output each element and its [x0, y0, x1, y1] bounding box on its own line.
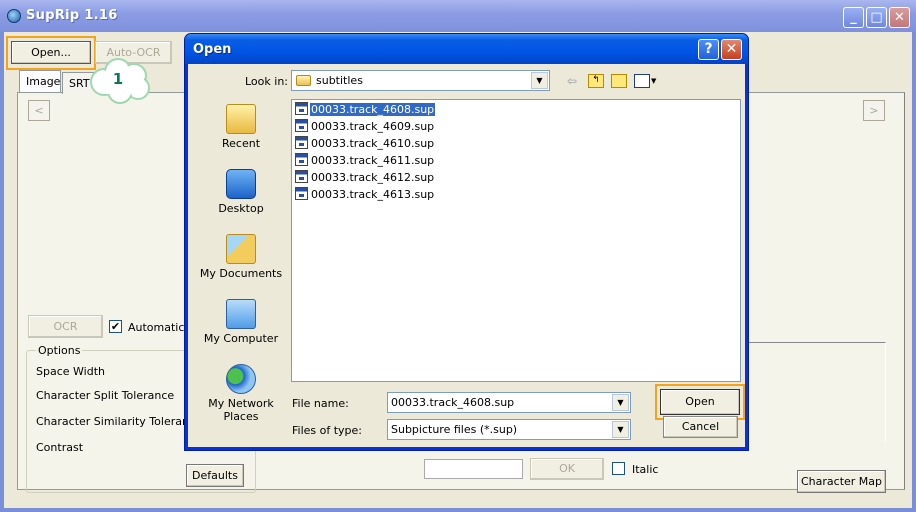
preview-area — [746, 342, 886, 442]
file-name-label: File name: — [292, 397, 349, 410]
chevron-down-icon[interactable]: ▼ — [531, 72, 548, 89]
file-name-value: 00033.track_4608.sup — [391, 396, 515, 409]
character-map-button[interactable]: Character Map — [797, 470, 886, 493]
option-char-split-tolerance: Character Split Tolerance — [36, 389, 175, 402]
automatic-checkbox[interactable]: ✔ — [109, 320, 122, 333]
place-my-computer[interactable]: My Computer — [188, 299, 294, 345]
views-menu-icon[interactable] — [634, 74, 650, 88]
option-contrast: Contrast — [36, 441, 84, 454]
place-my-network-places[interactable]: My Network Places — [188, 364, 294, 423]
step-callout: 1 — [86, 58, 154, 104]
option-space-width: Space Width — [36, 365, 105, 378]
title-bar[interactable]: SupRip 1.16 _ □ ✕ — [0, 0, 916, 32]
dialog-title-bar[interactable]: Open ? ✕ — [185, 34, 748, 64]
file-item[interactable]: 00033.track_4608.sup — [295, 102, 436, 118]
app-icon — [7, 9, 21, 23]
help-button[interactable]: ? — [698, 39, 719, 60]
place-label: My Network Places — [208, 397, 274, 423]
file-type-label: Files of type: — [292, 424, 363, 437]
maximize-button[interactable]: □ — [866, 7, 887, 28]
my-network-places-icon — [226, 364, 256, 394]
back-icon[interactable]: ⇦ — [567, 74, 577, 88]
file-list[interactable]: 00033.track_4608.sup 00033.track_4609.su… — [291, 99, 741, 382]
ocr-button[interactable]: OCR — [28, 315, 103, 338]
place-label: My Documents — [199, 267, 283, 280]
minimize-button[interactable]: _ — [843, 7, 864, 28]
ok-button[interactable]: OK — [530, 458, 604, 480]
file-item[interactable]: 00033.track_4609.sup — [295, 119, 435, 135]
italic-label: Italic — [632, 463, 659, 476]
previous-subtitle-button[interactable]: < — [28, 100, 50, 121]
character-input[interactable] — [424, 459, 523, 479]
file-item[interactable]: 00033.track_4611.sup — [295, 153, 435, 169]
place-label: Recent — [221, 137, 261, 150]
sup-file-icon — [295, 136, 308, 149]
step-number: 1 — [112, 70, 124, 88]
sup-file-icon — [295, 170, 308, 183]
sup-file-icon — [295, 119, 308, 132]
place-recent[interactable]: Recent — [188, 104, 294, 150]
sup-file-icon — [295, 153, 308, 166]
place-desktop[interactable]: Desktop — [188, 169, 294, 215]
up-folder-icon[interactable]: ↰ — [588, 74, 604, 88]
look-in-value: subtitles — [316, 74, 363, 87]
place-label: My Computer — [203, 332, 279, 345]
file-type-value: Subpicture files (*.sup) — [391, 423, 518, 436]
place-my-documents[interactable]: My Documents — [188, 234, 294, 280]
my-computer-icon — [226, 299, 256, 329]
file-item[interactable]: 00033.track_4610.sup — [295, 136, 435, 152]
dialog-cancel-button[interactable]: Cancel — [663, 416, 738, 438]
open-file-button[interactable]: Open... — [11, 41, 91, 64]
new-folder-icon[interactable] — [611, 74, 627, 88]
tab-image[interactable]: Image — [19, 70, 61, 92]
defaults-button[interactable]: Defaults — [186, 464, 244, 487]
dialog-title: Open — [193, 42, 232, 57]
file-item[interactable]: 00033.track_4612.sup — [295, 170, 435, 186]
window-title: SupRip 1.16 — [26, 8, 118, 23]
recent-icon — [226, 104, 256, 134]
file-item[interactable]: 00033.track_4613.sup — [295, 187, 435, 203]
dialog-open-button[interactable]: Open — [660, 389, 740, 415]
sup-file-icon — [295, 102, 308, 115]
chevron-down-icon[interactable]: ▼ — [612, 394, 629, 411]
look-in-dropdown[interactable]: subtitles ▼ — [291, 70, 550, 91]
dialog-close-button[interactable]: ✕ — [721, 39, 742, 60]
open-dialog: Open ? ✕ Look in: subtitles ▼ ⇦ ↰ ▼ Rece… — [185, 34, 748, 450]
views-dropdown-icon[interactable]: ▼ — [651, 74, 656, 88]
next-subtitle-button[interactable]: > — [863, 100, 885, 121]
chevron-down-icon[interactable]: ▼ — [612, 421, 629, 438]
option-char-similarity-tolerance: Character Similarity Tolerance — [36, 415, 202, 428]
file-name-field[interactable]: 00033.track_4608.sup ▼ — [387, 392, 631, 413]
place-label: Desktop — [218, 202, 264, 215]
italic-checkbox[interactable] — [612, 462, 625, 475]
close-button[interactable]: ✕ — [889, 7, 910, 28]
sup-file-icon — [295, 187, 308, 200]
my-documents-icon — [226, 234, 256, 264]
folder-icon — [296, 75, 311, 86]
file-type-dropdown[interactable]: Subpicture files (*.sup) ▼ — [387, 419, 631, 440]
desktop-icon — [226, 169, 256, 199]
look-in-label: Look in: — [245, 75, 288, 88]
options-legend: Options — [36, 344, 83, 357]
